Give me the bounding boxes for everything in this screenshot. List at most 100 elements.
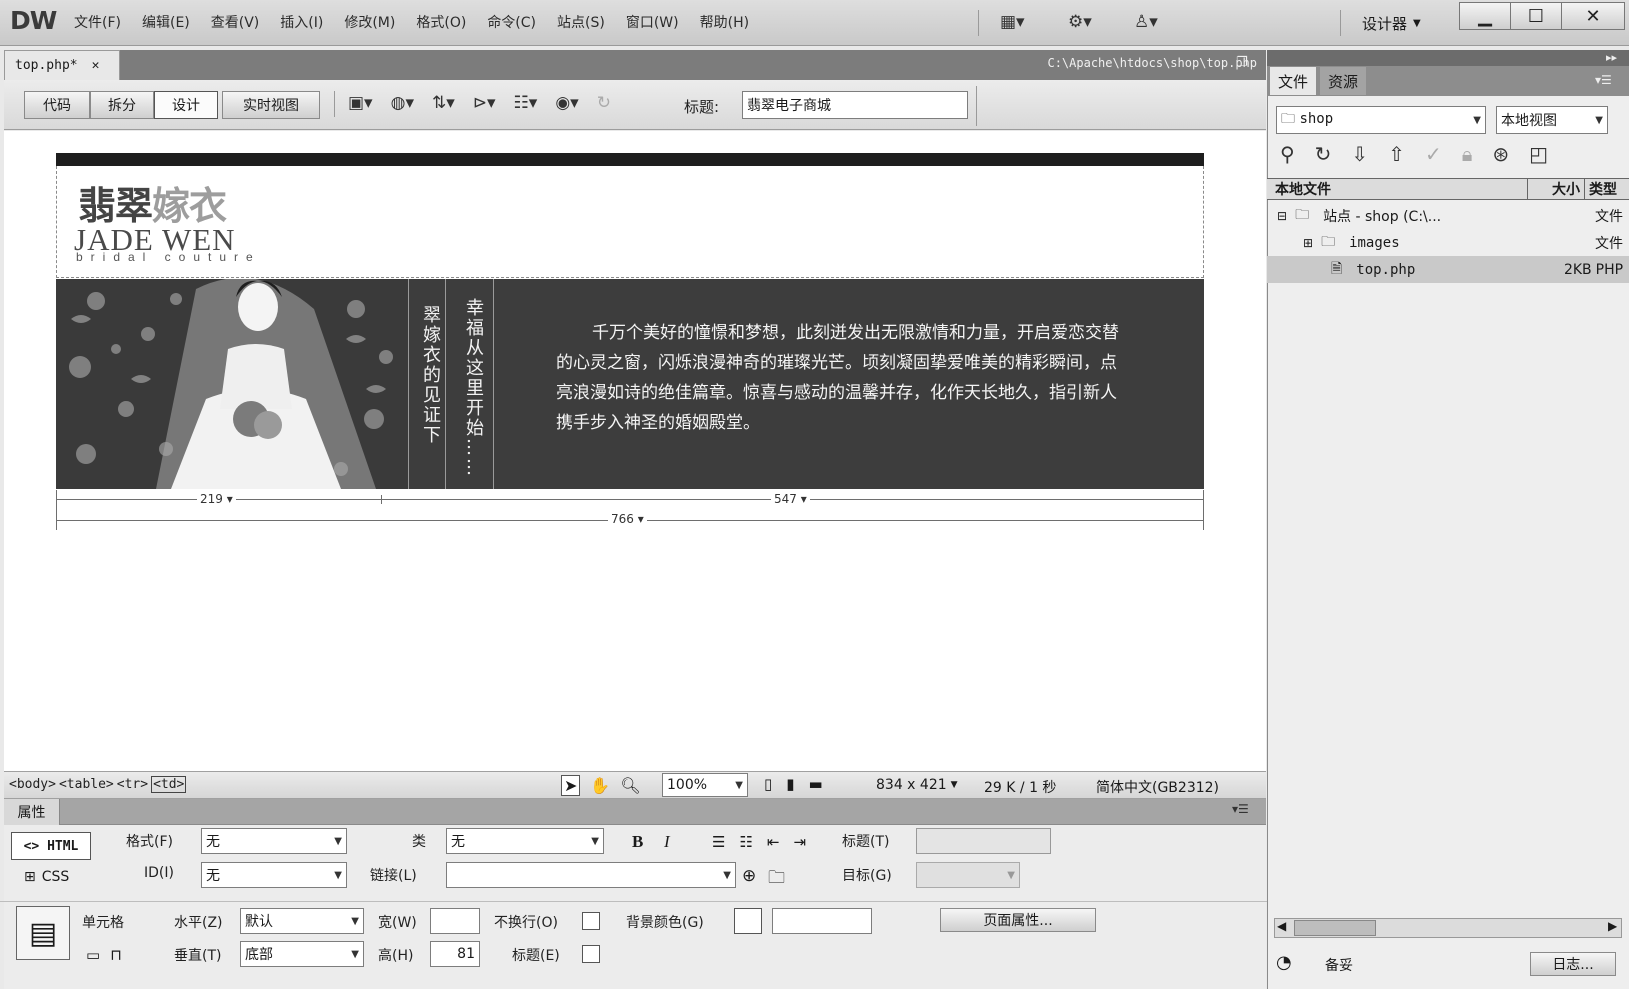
- close-button[interactable]: ✕: [1561, 2, 1625, 30]
- column-width-1[interactable]: 219 ▾: [197, 492, 236, 506]
- live-view-button[interactable]: 实时视图: [222, 91, 320, 119]
- split-cell-icon[interactable]: ⊓: [110, 946, 122, 964]
- view-select[interactable]: 本地视图 ▼: [1496, 106, 1608, 134]
- tag-td[interactable]: <td>: [151, 776, 187, 793]
- panel-menu-icon[interactable]: ▾☰: [1232, 802, 1249, 816]
- window-size[interactable]: 834 x 421 ▼: [876, 777, 958, 793]
- outdent-icon[interactable]: ⇤: [767, 833, 780, 851]
- layout-icon[interactable]: ▦▾: [1000, 12, 1025, 32]
- file-row[interactable]: ⊞ 🗀 images 文件: [1267, 229, 1629, 256]
- put-files-icon[interactable]: ⇧: [1388, 142, 1405, 166]
- panel-menu-icon[interactable]: ▾☰: [1595, 73, 1612, 87]
- css-mode-button[interactable]: ⊞ CSS: [24, 869, 69, 885]
- desktop-size-icon[interactable]: ▬: [809, 775, 823, 793]
- col-type[interactable]: 类型: [1585, 179, 1625, 199]
- ordered-list-icon[interactable]: ☷: [739, 833, 752, 851]
- tag-table[interactable]: <table>: [59, 777, 114, 792]
- log-button[interactable]: 日志...: [1530, 952, 1616, 976]
- get-files-icon[interactable]: ⇩: [1351, 142, 1368, 166]
- minimize-button[interactable]: ▁: [1459, 2, 1511, 30]
- menu-help[interactable]: 帮助(H): [700, 12, 749, 32]
- id-select[interactable]: 无 ▼: [201, 862, 347, 888]
- file-row[interactable]: ⊟ 🗀 站点 - shop (C:\... 文件: [1267, 202, 1629, 229]
- checkout-icon[interactable]: ✓: [1425, 142, 1442, 166]
- file-management-icon[interactable]: ⇅▾: [432, 93, 455, 113]
- document-tab[interactable]: top.php* ✕: [4, 50, 120, 80]
- design-view-button[interactable]: 设计: [154, 91, 218, 119]
- connect-icon[interactable]: ⚲: [1280, 142, 1295, 166]
- html-mode-button[interactable]: <> HTML: [11, 832, 91, 860]
- width-input[interactable]: [430, 908, 480, 934]
- browse-folder-icon[interactable]: 🗀: [768, 865, 785, 894]
- tag-tr[interactable]: <tr>: [117, 777, 148, 792]
- expand-tree-icon[interactable]: ⊞: [1303, 236, 1313, 250]
- indent-icon[interactable]: ⇥: [793, 833, 806, 851]
- select-tool-icon[interactable]: ➤: [561, 775, 581, 796]
- zoom-tool-icon[interactable]: 🔍︎: [620, 776, 640, 795]
- bgcolor-swatch[interactable]: [734, 908, 762, 934]
- refresh-icon[interactable]: ↻: [1315, 142, 1332, 166]
- restore-icon[interactable]: ❐: [1236, 55, 1248, 70]
- site-select[interactable]: 🗀 shop ▼: [1276, 106, 1486, 134]
- menu-edit[interactable]: 编辑(E): [142, 12, 190, 32]
- format-select[interactable]: 无 ▼: [201, 828, 347, 854]
- scroll-right-icon[interactable]: ▶: [1608, 919, 1617, 933]
- tab-files[interactable]: 文件: [1270, 67, 1317, 95]
- sync-icon[interactable]: ⊛: [1492, 142, 1509, 166]
- zoom-select[interactable]: 100% ▼: [662, 773, 748, 797]
- tablet-size-icon[interactable]: ▮: [786, 775, 794, 793]
- italic-button[interactable]: I: [664, 832, 670, 852]
- menu-view[interactable]: 查看(V): [211, 12, 260, 32]
- table-width[interactable]: 766 ▾: [608, 512, 647, 526]
- header-checkbox[interactable]: [582, 945, 600, 963]
- nowrap-checkbox[interactable]: [582, 912, 600, 930]
- gear-icon[interactable]: ⚙▾: [1068, 12, 1092, 32]
- tab-close-icon[interactable]: ✕: [92, 58, 100, 73]
- code-view-button[interactable]: 代码: [24, 91, 90, 119]
- menu-modify[interactable]: 修改(M): [344, 12, 395, 32]
- point-to-file-icon[interactable]: ⊕: [742, 866, 756, 886]
- check-browser-icon[interactable]: ⊳▾: [473, 93, 496, 113]
- link-input[interactable]: ▼: [446, 862, 736, 888]
- collapse-tree-icon[interactable]: ⊟: [1277, 209, 1287, 223]
- column-width-2[interactable]: 547 ▾: [771, 492, 810, 506]
- mobile-size-icon[interactable]: ▯: [764, 775, 772, 793]
- page-properties-button[interactable]: 页面属性...: [940, 908, 1096, 932]
- scrollbar-thumb[interactable]: [1294, 920, 1376, 936]
- bold-button[interactable]: B: [632, 832, 643, 852]
- properties-tab[interactable]: 属性: [4, 799, 60, 825]
- file-row-selected[interactable]: 🗎 top.php 2KB PHP: [1267, 256, 1629, 283]
- vertical-select[interactable]: 底部 ▼: [240, 941, 364, 967]
- menu-commands[interactable]: 命令(C): [487, 12, 536, 32]
- split-view-button[interactable]: 拆分: [90, 91, 154, 119]
- workspace-switcher[interactable]: 设计器 ▼: [1362, 13, 1421, 34]
- menu-insert[interactable]: 插入(I): [280, 12, 323, 32]
- class-select[interactable]: 无 ▼: [446, 828, 604, 854]
- target-select[interactable]: ▼: [916, 862, 1020, 888]
- menu-file[interactable]: 文件(F): [74, 12, 121, 32]
- menu-window[interactable]: 窗口(W): [626, 12, 679, 32]
- visual-aids-icon[interactable]: ☷▾: [514, 93, 538, 113]
- multiscreen-icon[interactable]: ▣▾: [348, 93, 373, 113]
- heading-input[interactable]: [916, 828, 1051, 854]
- preview-browser-icon[interactable]: ◍▾: [391, 93, 414, 113]
- checkin-icon[interactable]: 🔒︎: [1462, 142, 1473, 166]
- tag-body[interactable]: <body>: [9, 777, 56, 792]
- merge-cells-icon[interactable]: ▭: [86, 946, 100, 964]
- collapse-icon[interactable]: ▸▸: [1606, 51, 1617, 64]
- eye-icon[interactable]: ◉▾: [555, 93, 578, 113]
- expand-icon[interactable]: ◰: [1529, 142, 1548, 166]
- scroll-left-icon[interactable]: ◀: [1277, 919, 1286, 933]
- hand-tool-icon[interactable]: ✋: [590, 776, 610, 795]
- col-size[interactable]: 大小: [1528, 179, 1584, 199]
- site-icon[interactable]: ♙▾: [1134, 12, 1158, 32]
- tab-assets[interactable]: 资源: [1320, 67, 1367, 95]
- col-local-files[interactable]: 本地文件: [1275, 179, 1527, 199]
- height-input[interactable]: 81: [430, 941, 480, 967]
- horizontal-select[interactable]: 默认 ▼: [240, 908, 364, 934]
- menu-format[interactable]: 格式(O): [416, 12, 466, 32]
- refresh-icon[interactable]: ↻: [597, 93, 611, 113]
- maximize-button[interactable]: ☐: [1510, 2, 1562, 30]
- title-input[interactable]: 翡翠电子商城: [742, 91, 968, 119]
- menu-site[interactable]: 站点(S): [557, 12, 605, 32]
